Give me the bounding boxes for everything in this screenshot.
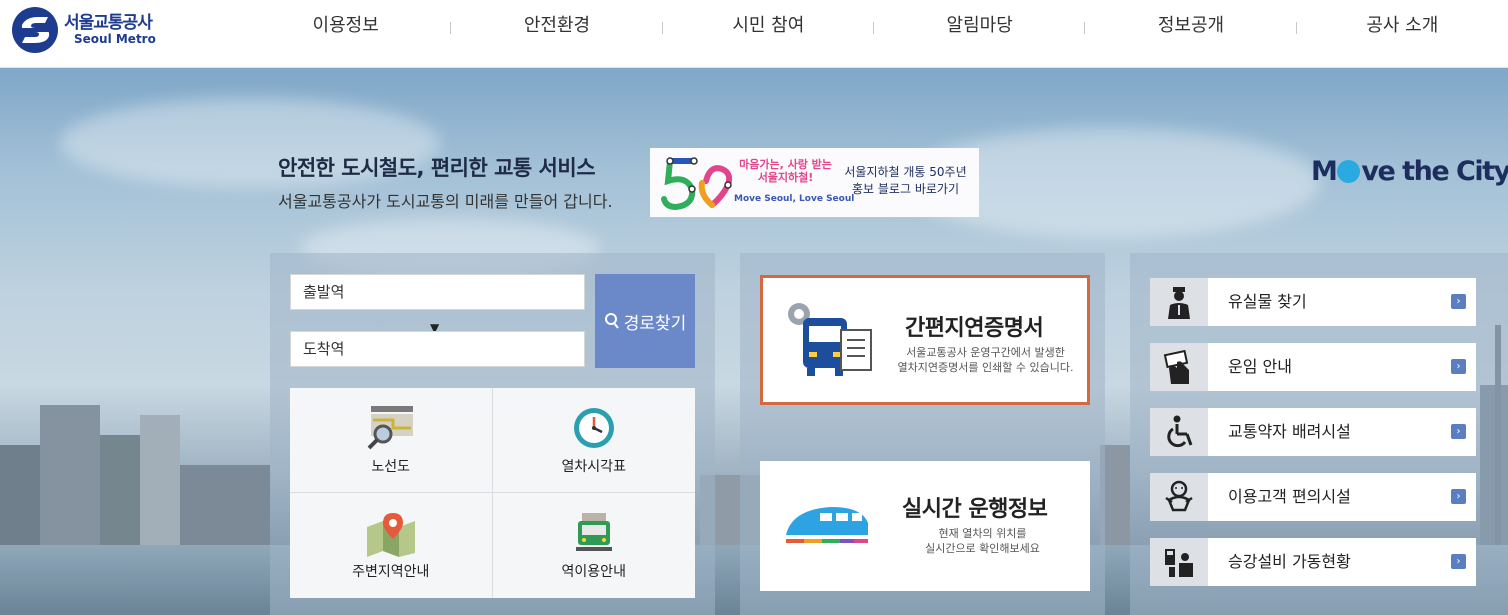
search-icon [604,313,619,329]
quick-timetable-label: 열차시각표 [561,459,626,475]
banner-slogan-line2: 서울지하철! [757,171,814,185]
departure-station-input[interactable]: 출발역 [290,274,585,310]
train-front-icon [575,513,612,551]
hero-tagline: 안전한 도시철도, 편리한 교통 서비스 서울교통공사가 도시교통의 미래를 만… [278,152,613,212]
service-cards-panel: 간편지연증명서 서울교통공사 운영구간에서 발생한 열차지연증명서를 인쇄할 수… [740,253,1105,615]
map-pin-icon [366,513,415,557]
hero-title: 안전한 도시철도, 편리한 교통 서비스 [278,156,596,180]
50th-anniversary-icon [656,151,746,215]
elevator-icon [1150,538,1208,586]
bullet-train-icon [786,507,868,543]
quick-route-map-label: 노선도 [371,459,411,475]
route-search-label: 경로찾기 [623,313,687,334]
service-lost-found[interactable]: 유실물 찾기 › [1150,278,1476,326]
chevron-right-icon: › [1451,294,1466,309]
quick-route-map[interactable]: 노선도 [290,388,493,493]
delay-certificate-desc: 서울교통공사 운영구간에서 발생한 열차지연증명서를 인쇄할 수 있습니다. [883,346,1088,376]
chevron-right-icon: › [1451,424,1466,439]
arrival-station-input[interactable]: 도착역 [290,331,585,367]
staff-icon [1150,278,1208,326]
nav-safety[interactable]: 안전환경 [451,0,663,56]
service-fare-label: 운임 안내 [1228,357,1292,376]
service-lost-found-label: 유실물 찾기 [1228,292,1307,311]
banner-line1: 서울지하철 개통 50주년 [844,165,967,179]
banner-slogan: 마음가는, 사랑 받는 서울지하철! [738,158,833,184]
quick-nearby-label: 주변지역안내 [352,564,430,580]
nav-about[interactable]: 공사 소개 [1297,0,1508,56]
baby-icon [1150,473,1208,521]
delay-certificate-card[interactable]: 간편지연증명서 서울교통공사 운영구간에서 발생한 열차지연증명서를 인쇄할 수… [760,275,1090,405]
banner-slogan-line1: 마음가는, 사랑 받는 [739,158,832,171]
service-elevator-status[interactable]: 승강설비 가동현황 › [1150,538,1476,586]
banner-english-slogan: Move Seoul, Love Seoul [734,194,855,204]
realtime-info-card[interactable]: 실시간 운행정보 현재 열차의 위치를 실시간으로 확인해보세요 [760,461,1090,591]
nav-citizen[interactable]: 시민 참여 [663,0,875,56]
site-header: 서울교통공사 Seoul Metro 이용정보 안전환경 시민 참여 알림마당 … [0,0,1508,68]
service-amenities[interactable]: 이용고객 편의시설 › [1150,473,1476,521]
service-fare[interactable]: 운임 안내 › [1150,343,1476,391]
live-desc-line2: 실시간으로 확인해보세요 [925,541,1040,555]
seoul-metro-logo[interactable]: 서울교통공사 Seoul Metro [12,7,172,53]
banner-link-text: 서울지하철 개통 50주년 홍보 블로그 바로가기 [838,164,973,198]
brand-text-post: ve the City [1361,156,1508,187]
clock-icon [573,408,614,448]
service-elevator-status-label: 승강설비 가동현황 [1228,552,1351,571]
chevron-right-icon: › [1451,489,1466,504]
customer-services-panel: 유실물 찾기 › 운임 안내 › 교통약자 배려시설 › 이용고객 편의시설 › [1130,253,1508,615]
banner-line2: 홍보 블로그 바로가기 [852,181,959,196]
nav-usage-info[interactable]: 이용정보 [240,0,452,56]
realtime-info-desc: 현재 열차의 위치를 실시간으로 확인해보세요 [880,527,1085,557]
brand-text-pre: M [1311,156,1338,187]
service-accessibility-label: 교통약자 배려시설 [1228,422,1351,441]
route-search-panel: 출발역 ▼ 도착역 경로찾기 노선도 열차시각표 주변지역안내 역이용안내 [270,253,715,615]
quick-menu-grid: 노선도 열차시각표 주변지역안내 역이용안내 [290,388,695,598]
quick-station-info[interactable]: 역이용안내 [493,493,696,598]
service-accessibility[interactable]: 교통약자 배려시설 › [1150,408,1476,456]
route-map-icon [367,406,413,450]
anniversary-banner[interactable]: 마음가는, 사랑 받는 서울지하철! Move Seoul, Love Seou… [650,148,979,217]
delay-desc-line1: 서울교통공사 운영구간에서 발생한 [906,346,1065,359]
hero-section: 안전한 도시철도, 편리한 교통 서비스 서울교통공사가 도시교통의 미래를 만… [0,68,1508,615]
live-desc-line1: 현재 열차의 위치를 [938,527,1027,540]
nav-notice[interactable]: 알림마당 [874,0,1086,56]
route-search-button[interactable]: 경로찾기 [595,274,695,368]
hero-subtitle: 서울교통공사가 도시교통의 미래를 만들어 갑니다. [278,192,613,211]
realtime-info-title: 실시간 운행정보 [902,497,1048,522]
quick-nearby[interactable]: 주변지역안내 [290,493,493,598]
smile-icon [1337,160,1361,183]
nav-disclosure[interactable]: 정보공개 [1085,0,1297,56]
delay-desc-line2: 열차지연증명서를 인쇄할 수 있습니다. [897,360,1074,374]
move-the-city-logo: Mve the City [1311,156,1508,187]
logo-korean-text: 서울교통공사 [64,12,153,33]
seoul-metro-logo-icon [12,7,58,53]
chevron-right-icon: › [1451,554,1466,569]
logo-english-text: Seoul Metro [74,31,156,46]
ticket-icon [1150,343,1208,391]
chevron-right-icon: › [1451,359,1466,374]
quick-timetable[interactable]: 열차시각표 [492,388,695,493]
service-amenities-label: 이용고객 편의시설 [1228,487,1351,506]
quick-station-info-label: 역이용안내 [561,564,626,580]
main-nav: 이용정보 안전환경 시민 참여 알림마당 정보공개 공사 소개 [240,0,1508,56]
train-document-icon [788,303,872,376]
delay-certificate-title: 간편지연증명서 [905,316,1044,341]
wheelchair-icon [1150,408,1208,456]
